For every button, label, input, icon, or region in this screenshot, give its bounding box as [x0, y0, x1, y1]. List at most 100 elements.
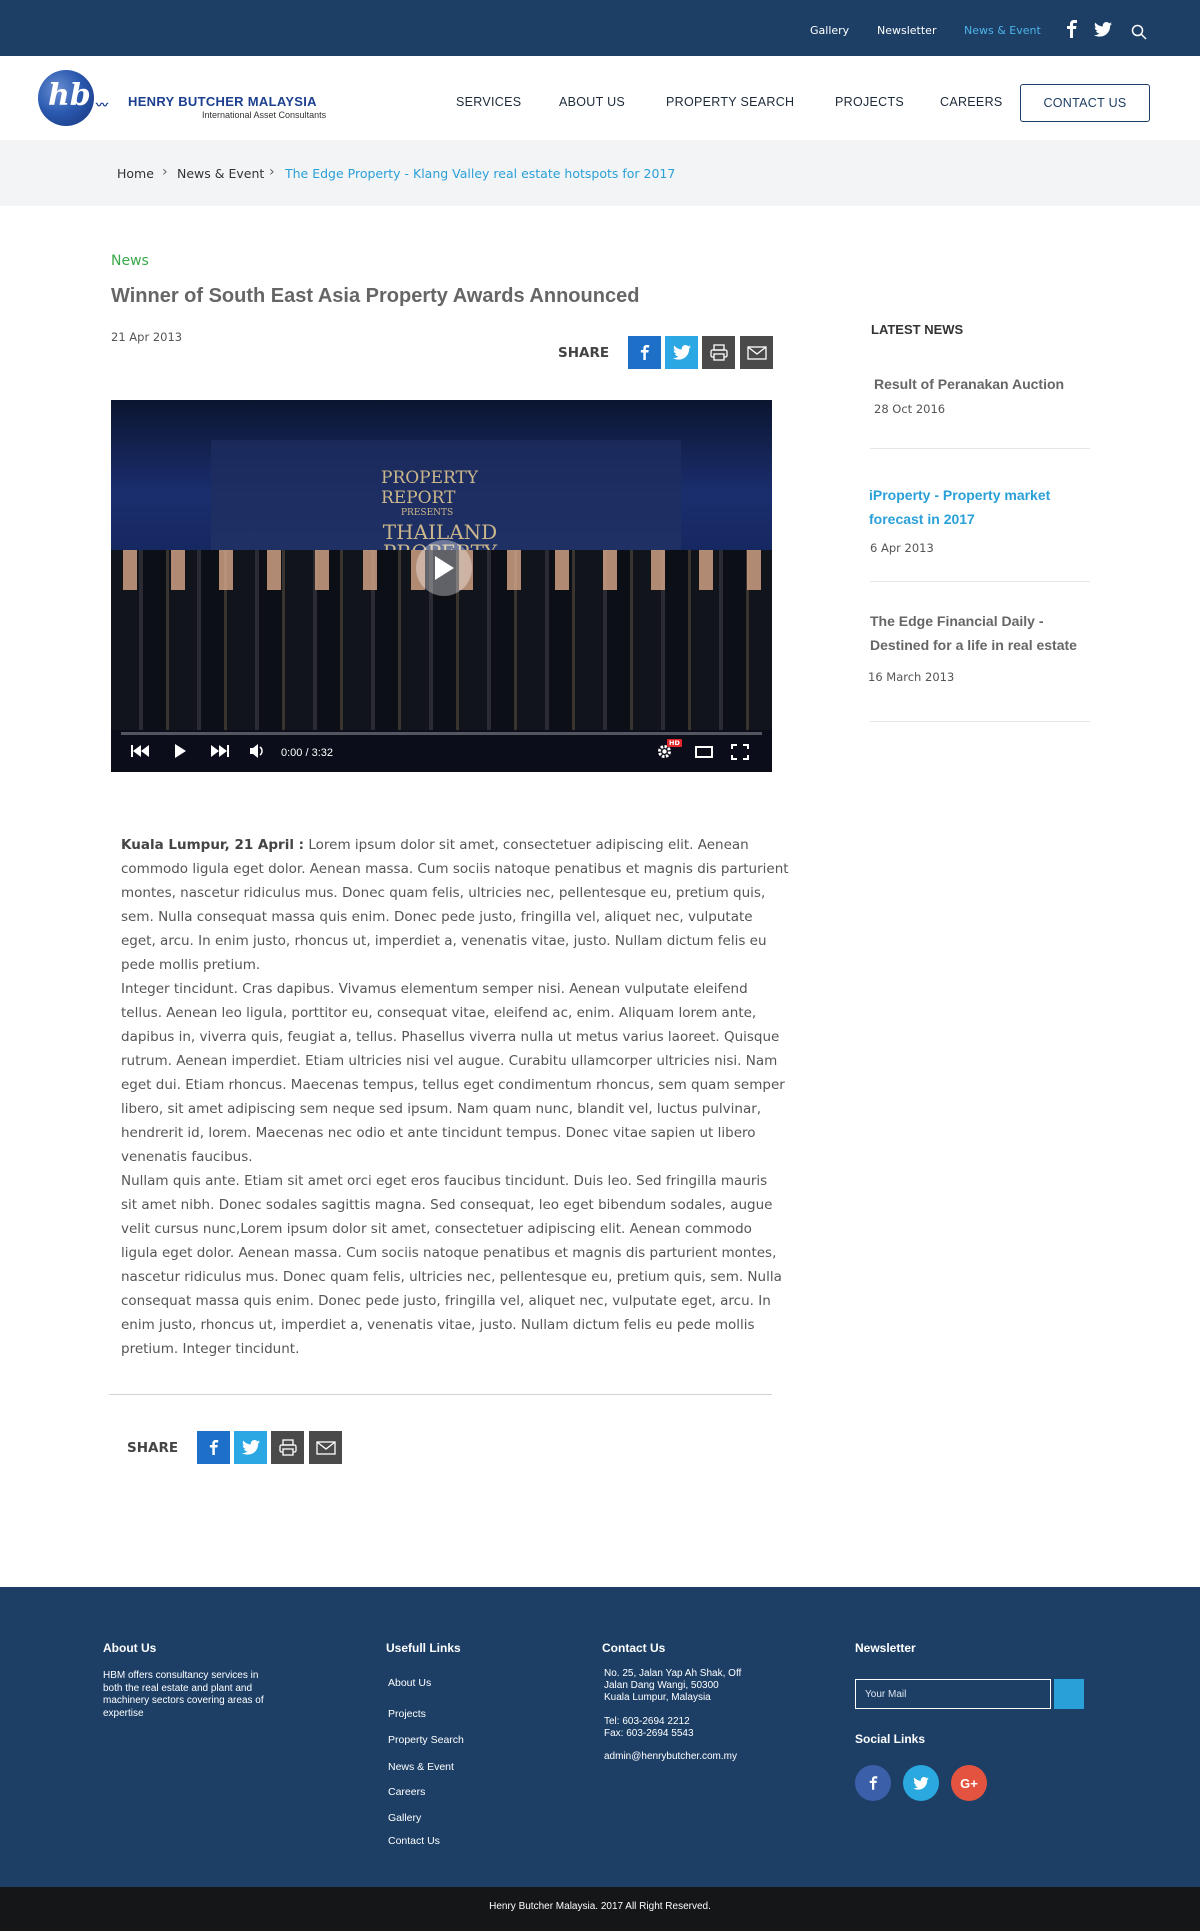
print-icon: [278, 1439, 297, 1456]
share-label-bottom: SHARE: [127, 1440, 179, 1456]
footer-newsletter-heading: Newsletter: [855, 1641, 916, 1655]
logo-name: HENRY BUTCHER MALAYSIA: [128, 94, 317, 109]
video-banner-text: PROPERTY: [381, 468, 479, 488]
article-date: 21 Apr 2013: [111, 330, 183, 344]
facebook-icon: [209, 1440, 218, 1455]
divider: [870, 721, 1090, 722]
footer-tel: Tel: 603-2694 2212: [604, 1716, 690, 1727]
footer-link-property-search[interactable]: Property Search: [388, 1734, 464, 1746]
footer-address-line: Kuala Lumpur, Malaysia: [604, 1692, 711, 1703]
logo-initials: hb: [48, 78, 91, 113]
social-google-plus-button[interactable]: G+: [951, 1765, 987, 1801]
footer-social-heading: Social Links: [855, 1732, 926, 1746]
search-icon[interactable]: [1131, 24, 1149, 42]
footer-link-gallery[interactable]: Gallery: [388, 1812, 421, 1824]
top-link-newsletter[interactable]: Newsletter: [877, 24, 936, 37]
twitter-icon: [913, 1776, 929, 1790]
footer: [0, 1587, 1200, 1887]
share-mail-button[interactable]: [740, 336, 773, 369]
latest-news-item-date: 16 March 2013: [868, 670, 955, 684]
footer-about-text: HBM offers consultancy services in both …: [103, 1670, 264, 1719]
nav-projects[interactable]: PROJECTS: [835, 95, 904, 109]
article-lead: Kuala Lumpur, 21 April :: [121, 837, 305, 853]
latest-news-item-title[interactable]: Result of Peranakan Auction: [874, 372, 1094, 396]
nav-about-us[interactable]: ABOUT US: [559, 95, 625, 109]
video-banner-text: REPORT: [381, 488, 456, 508]
chevron-right-icon: ›: [162, 164, 168, 180]
breadcrumb-home[interactable]: Home: [117, 166, 154, 181]
facebook-icon[interactable]: [1066, 20, 1084, 38]
mail-icon: [746, 345, 767, 360]
theater-mode-icon[interactable]: [695, 746, 713, 762]
print-icon: [709, 344, 728, 361]
fullscreen-icon[interactable]: [731, 744, 749, 764]
latest-news-heading: LATEST NEWS: [871, 322, 964, 337]
share-facebook-button[interactable]: [628, 336, 661, 369]
share-twitter-button[interactable]: [665, 336, 698, 369]
play-overlay-button[interactable]: [416, 540, 472, 596]
social-twitter-button[interactable]: [903, 1765, 939, 1801]
divider: [870, 581, 1090, 582]
latest-news-item-title[interactable]: The Edge Financial Daily - Destined for …: [870, 609, 1095, 657]
logo-tagline: International Asset Consultants: [202, 110, 327, 120]
hd-badge: HD: [667, 739, 682, 747]
breadcrumb-news-event[interactable]: News & Event: [177, 166, 264, 181]
share-facebook-button[interactable]: [197, 1431, 230, 1464]
volume-icon[interactable]: [249, 743, 265, 763]
play-icon[interactable]: [174, 743, 187, 763]
breadcrumb-current: The Edge Property - Klang Valley real es…: [285, 166, 676, 181]
video-player[interactable]: PROPERTY REPORT PRESENTS THAILAND PROPER…: [111, 400, 772, 772]
chevron-right-icon: ›: [269, 164, 275, 180]
skip-back-icon[interactable]: [131, 745, 149, 761]
top-link-gallery[interactable]: Gallery: [810, 24, 849, 37]
video-time: 0:00 / 3:32: [281, 747, 333, 759]
newsletter-email-input[interactable]: [855, 1679, 1051, 1709]
latest-news-item-date: 28 Oct 2016: [874, 402, 946, 416]
video-banner-text: PRESENTS: [401, 508, 454, 518]
twitter-icon: [672, 345, 691, 360]
footer-email-link[interactable]: admin@henrybutcher.com.my: [604, 1751, 737, 1764]
share-print-button[interactable]: [702, 336, 735, 369]
contact-us-button[interactable]: CONTACT US: [1020, 84, 1150, 122]
footer-link-contact-us[interactable]: Contact Us: [388, 1835, 440, 1847]
article-title: Winner of South East Asia Property Award…: [111, 285, 640, 307]
google-plus-icon: G+: [960, 1775, 978, 1791]
nav-services[interactable]: SERVICES: [456, 95, 521, 109]
footer-link-careers[interactable]: Careers: [388, 1786, 425, 1798]
share-mail-button[interactable]: [309, 1431, 342, 1464]
skip-forward-icon[interactable]: [211, 745, 229, 761]
footer-link-projects[interactable]: Projects: [388, 1708, 426, 1720]
facebook-icon: [869, 1776, 877, 1790]
play-icon: [435, 556, 454, 580]
share-twitter-button[interactable]: [234, 1431, 267, 1464]
article-paragraph-text: Integer tincidunt. Cras dapibus. Vivamus…: [121, 981, 785, 1165]
latest-news-item-title[interactable]: iProperty - Property market forecast in …: [869, 483, 1079, 531]
mail-icon: [315, 1440, 336, 1455]
logo-wave-icon: 〰: [96, 98, 108, 112]
nav-careers[interactable]: CAREERS: [940, 95, 1003, 109]
share-label-top: SHARE: [558, 345, 610, 361]
latest-news-item-date: 6 Apr 2013: [870, 541, 934, 555]
footer-address-line: Jalan Dang Wangi, 50300: [604, 1680, 719, 1691]
newsletter-submit-button[interactable]: [1054, 1679, 1084, 1709]
footer-link-about-us[interactable]: About Us: [388, 1677, 431, 1689]
article-paragraph: Kuala Lumpur, 21 April : Lorem ipsum dol…: [121, 833, 791, 977]
footer-address-line: No. 25, Jalan Yap Ah Shak, Off: [604, 1668, 742, 1679]
twitter-icon: [241, 1440, 260, 1455]
article-category[interactable]: News: [111, 253, 149, 269]
facebook-icon: [640, 345, 649, 360]
video-progress-bar[interactable]: [121, 732, 762, 735]
divider: [870, 448, 1090, 449]
article-paragraph-text: Lorem ipsum dolor sit amet, consectetuer…: [121, 837, 789, 973]
nav-property-search[interactable]: PROPERTY SEARCH: [666, 95, 794, 109]
top-link-news-event[interactable]: News & Event: [964, 24, 1041, 37]
footer-links-heading: Usefull Links: [386, 1641, 461, 1655]
article-paragraph-text: Nullam quis ante. Etiam sit amet orci eg…: [121, 1173, 782, 1357]
twitter-icon[interactable]: [1094, 22, 1112, 40]
footer-link-news-event[interactable]: News & Event: [388, 1761, 454, 1773]
divider: [109, 1394, 772, 1395]
share-print-button[interactable]: [271, 1431, 304, 1464]
article-paragraph: Nullam quis ante. Etiam sit amet orci eg…: [121, 1169, 787, 1361]
footer-contact-heading: Contact Us: [602, 1641, 666, 1655]
social-facebook-button[interactable]: [855, 1765, 891, 1801]
